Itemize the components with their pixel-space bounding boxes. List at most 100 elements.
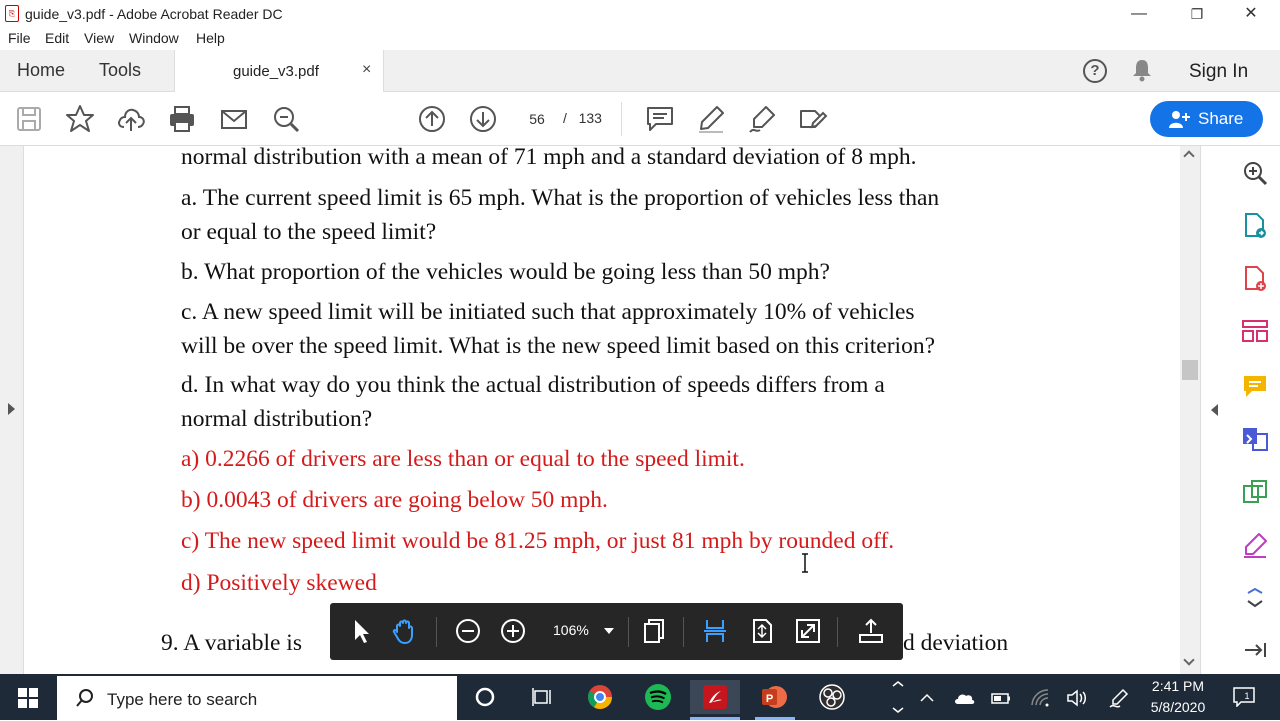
right-tools-panel xyxy=(1200,146,1280,674)
toolbar-divider xyxy=(837,617,838,647)
clock-time[interactable]: 2:41 PM xyxy=(1138,678,1218,694)
onedrive-icon[interactable] xyxy=(953,687,975,709)
bell-icon[interactable] xyxy=(1131,58,1153,88)
taskbar-search-box[interactable]: Type here to search xyxy=(57,676,457,720)
document-view[interactable]: normal distribution with a mean of 71 mp… xyxy=(24,146,1180,674)
zoom-search-icon[interactable] xyxy=(270,103,302,135)
task-view-icon[interactable] xyxy=(525,680,559,714)
print-icon[interactable] xyxy=(166,103,198,135)
document-line: will be over the speed limit. What is th… xyxy=(181,333,935,359)
document-line: normal distribution with a mean of 71 mp… xyxy=(181,146,917,170)
page-number-input[interactable]: 56 xyxy=(517,106,557,132)
organize-pages-icon[interactable] xyxy=(1241,318,1269,346)
chrome-icon[interactable] xyxy=(583,680,617,714)
cloud-upload-icon[interactable] xyxy=(115,103,147,135)
close-window-button[interactable]: ✕ xyxy=(1224,0,1278,28)
combine-files-icon[interactable] xyxy=(1241,425,1269,453)
minimize-button[interactable]: — xyxy=(1112,0,1166,28)
full-screen-icon[interactable] xyxy=(793,616,823,646)
fit-width-icon[interactable] xyxy=(700,616,730,646)
export-pdf-icon[interactable] xyxy=(1241,212,1269,240)
collapse-right-panel-icon[interactable] xyxy=(1211,404,1218,416)
document-tab-label: guide_v3.pdf xyxy=(233,63,319,80)
page-display-icon[interactable] xyxy=(640,616,670,646)
taskbar-scroll-icon[interactable] xyxy=(887,678,909,716)
menu-window[interactable]: Window xyxy=(129,30,179,46)
sign-pen-icon[interactable] xyxy=(746,103,778,135)
expand-panel-arrow-icon[interactable] xyxy=(1241,636,1269,664)
zoom-in-icon[interactable] xyxy=(498,616,528,646)
maximize-button[interactable]: ❐ xyxy=(1170,0,1224,28)
document-line: c. A new speed limit will be initiated s… xyxy=(181,299,915,325)
floating-page-toolbar: 106% xyxy=(330,603,903,660)
previous-page-icon[interactable] xyxy=(416,103,448,135)
left-nav-rail xyxy=(0,146,24,674)
zoom-level[interactable]: 106% xyxy=(553,622,589,638)
answer-line: c) The new speed limit would be 81.25 mp… xyxy=(181,528,895,554)
search-icon xyxy=(76,689,93,707)
tab-tools[interactable]: Tools xyxy=(99,60,141,81)
zoom-search-panel-icon[interactable] xyxy=(1241,159,1269,187)
battery-icon[interactable] xyxy=(990,687,1012,709)
wifi-icon[interactable] xyxy=(1029,687,1051,709)
next-page-icon[interactable] xyxy=(467,103,499,135)
help-icon[interactable]: ? xyxy=(1083,59,1107,83)
zoom-out-icon[interactable] xyxy=(453,616,483,646)
save-icon[interactable] xyxy=(13,103,45,135)
scroll-up-icon[interactable] xyxy=(1183,150,1195,162)
menu-view[interactable]: View xyxy=(84,30,114,46)
comment-icon[interactable] xyxy=(644,103,676,135)
select-cursor-icon[interactable] xyxy=(346,616,376,646)
clock-date[interactable]: 5/8/2020 xyxy=(1138,699,1218,715)
menu-file[interactable]: File xyxy=(8,30,31,46)
sign-in-link[interactable]: Sign In xyxy=(1189,61,1248,83)
hand-tool-icon[interactable] xyxy=(390,616,420,646)
volume-icon[interactable] xyxy=(1066,687,1088,709)
main-toolbar: 56 / 133 Share xyxy=(0,92,1280,146)
document-line: normal distribution? xyxy=(181,406,373,432)
tab-bar: Home Tools guide_v3.pdf × ? Sign In xyxy=(0,50,1280,92)
answer-line: d) Positively skewed xyxy=(181,570,377,596)
answer-line: a) 0.2266 of drivers are less than or eq… xyxy=(181,446,745,472)
svg-text:P: P xyxy=(766,693,773,705)
notification-center-icon[interactable]: 1 xyxy=(1233,687,1255,708)
title-bar: ⎘ guide_v3.pdf - Adobe Acrobat Reader DC… xyxy=(0,0,1280,28)
create-pdf-icon[interactable] xyxy=(1241,265,1269,293)
more-tools-chevron-icon[interactable] xyxy=(1241,584,1269,612)
star-icon[interactable] xyxy=(64,103,96,135)
window-title: guide_v3.pdf - Adobe Acrobat Reader DC xyxy=(25,6,283,22)
tab-document[interactable]: guide_v3.pdf × xyxy=(174,50,384,92)
comment-panel-icon[interactable] xyxy=(1241,372,1269,400)
expand-left-panel-icon[interactable] xyxy=(8,403,15,415)
export-tray-icon[interactable] xyxy=(856,616,886,646)
close-tab-icon[interactable]: × xyxy=(362,61,371,79)
cortana-icon[interactable] xyxy=(468,680,502,714)
vertical-scrollbar[interactable] xyxy=(1180,146,1200,674)
show-hidden-icons-icon[interactable] xyxy=(916,687,938,709)
share-button[interactable]: Share xyxy=(1150,101,1263,137)
fill-sign-icon[interactable] xyxy=(797,103,829,135)
obs-icon[interactable] xyxy=(815,680,849,714)
edit-pdf-icon[interactable] xyxy=(1241,478,1269,506)
fill-and-sign-icon[interactable] xyxy=(1241,531,1269,559)
tab-home[interactable]: Home xyxy=(17,60,65,81)
windows-taskbar: Type here to search P 2:41 PM 5/8/2020 1 xyxy=(0,674,1280,720)
toolbar-divider xyxy=(436,617,437,647)
add-person-icon xyxy=(1169,111,1190,128)
powerpoint-icon[interactable]: P xyxy=(757,680,791,714)
question-line-left: 9. A variable is xyxy=(161,630,302,656)
scroll-down-icon[interactable] xyxy=(1183,654,1195,666)
menu-edit[interactable]: Edit xyxy=(45,30,69,46)
menu-help[interactable]: Help xyxy=(196,30,225,46)
windows-start-icon[interactable] xyxy=(18,688,38,708)
zoom-dropdown-icon[interactable] xyxy=(604,628,614,634)
fit-page-icon[interactable] xyxy=(747,616,777,646)
pen-ink-icon[interactable] xyxy=(1108,687,1130,709)
question-line-right: d deviation xyxy=(903,630,1009,656)
acrobat-taskbar-icon[interactable] xyxy=(690,680,740,714)
highlight-pen-icon[interactable] xyxy=(695,103,727,135)
spotify-icon[interactable] xyxy=(641,680,675,714)
document-line: a. The current speed limit is 65 mph. Wh… xyxy=(181,185,940,211)
email-icon[interactable] xyxy=(218,103,250,135)
scroll-thumb[interactable] xyxy=(1182,360,1198,380)
